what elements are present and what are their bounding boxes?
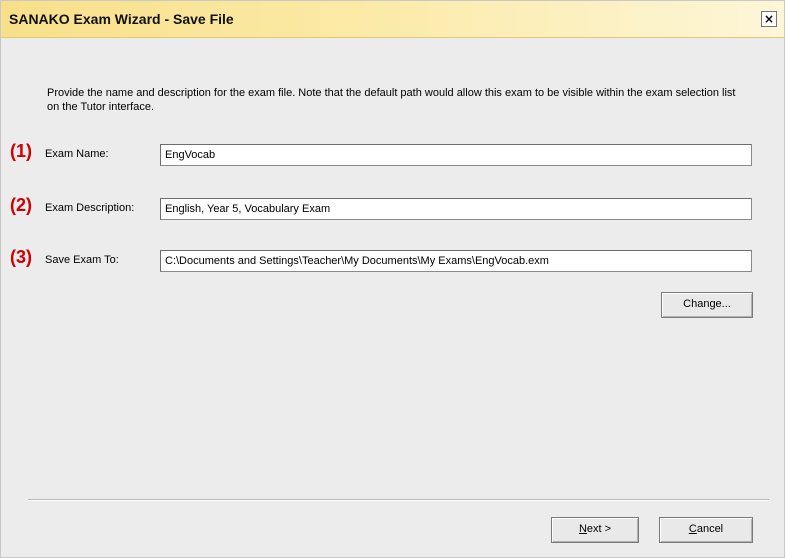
cancel-label: ancel [696, 523, 724, 535]
close-icon: × [763, 12, 775, 26]
exam-wizard-window: SANAKO Exam Wizard - Save File × Provide… [0, 0, 785, 558]
exam-name-label: Exam Name: [45, 148, 109, 160]
title-bar: SANAKO Exam Wizard - Save File × [1, 1, 784, 38]
exam-description-input[interactable] [160, 198, 752, 220]
next-label: ext > [586, 523, 612, 535]
exam-description-label: Exam Description: [45, 202, 135, 214]
marker-1: (1) [10, 141, 32, 161]
marker-2: (2) [10, 195, 32, 215]
footer-divider [28, 499, 769, 501]
cancel-mnemonic: C [688, 523, 697, 535]
next-button[interactable]: Next > [551, 517, 639, 543]
change-button[interactable]: Change... [661, 292, 753, 318]
save-exam-to-label: Save Exam To: [45, 254, 119, 266]
next-mnemonic: N [578, 523, 587, 535]
window-title: SANAKO Exam Wizard - Save File [9, 11, 234, 27]
instructions-text: Provide the name and description for the… [47, 87, 736, 113]
save-path-input[interactable] [160, 250, 752, 272]
marker-3: (3) [10, 247, 32, 267]
exam-name-input[interactable] [160, 144, 752, 166]
cancel-button[interactable]: Cancel [659, 517, 753, 543]
close-button[interactable]: × [761, 11, 777, 27]
